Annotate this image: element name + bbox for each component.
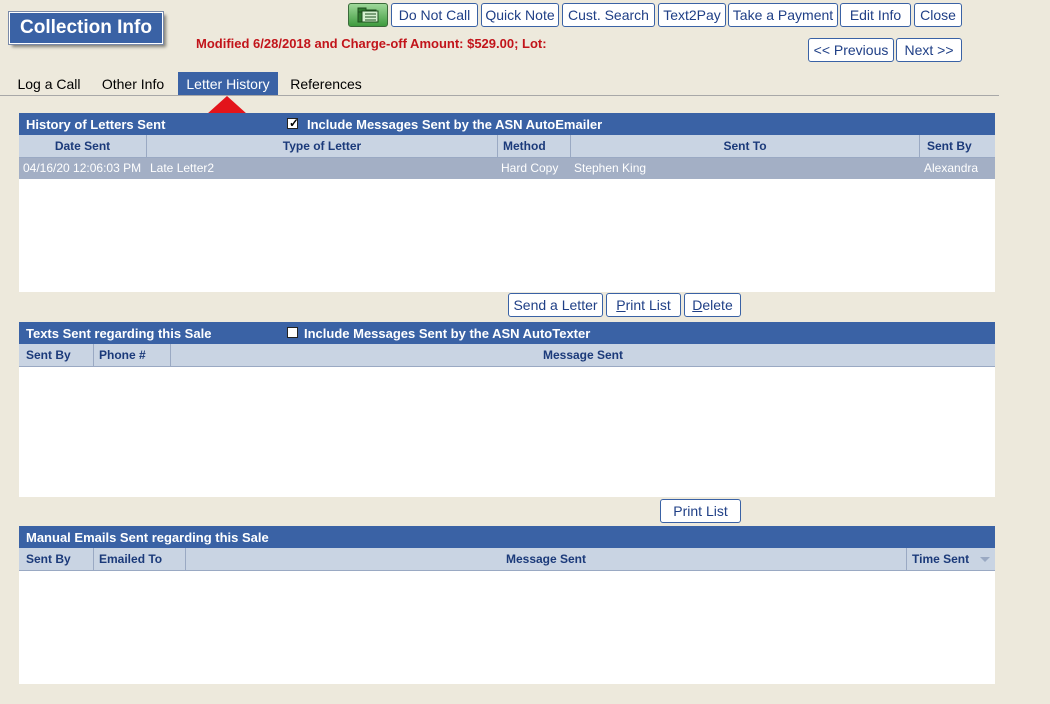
cust-search-button[interactable]: Cust. Search: [562, 3, 655, 27]
autoemailer-checkbox-label: Include Messages Sent by the ASN AutoEma…: [307, 117, 603, 132]
cell-sent-to: Stephen King: [574, 161, 647, 175]
col-date-sent[interactable]: Date Sent: [19, 135, 147, 157]
take-payment-button[interactable]: Take a Payment: [728, 3, 838, 27]
tab-other-info[interactable]: Other Info: [98, 72, 168, 96]
texts-print-list-button[interactable]: Print List: [660, 499, 741, 523]
tab-letter-history[interactable]: Letter History: [178, 72, 278, 96]
col-phone[interactable]: Phone #: [94, 344, 171, 366]
texts-panel: Texts Sent regarding this Sale Include M…: [19, 322, 995, 497]
col-method[interactable]: Method: [498, 135, 571, 157]
texts-panel-title: Texts Sent regarding this Sale: [26, 326, 212, 341]
col-sent-by[interactable]: Sent By: [920, 135, 995, 157]
autotexter-checkbox[interactable]: [287, 327, 298, 338]
letters-panel-header: History of Letters Sent ✓ Include Messag…: [19, 113, 995, 135]
col-emailed-to[interactable]: Emailed To: [94, 548, 186, 570]
cell-method: Hard Copy: [501, 161, 559, 175]
col-message-sent[interactable]: Message Sent: [171, 344, 995, 366]
letters-column-header: Date Sent Type of Letter Method Sent To …: [19, 135, 995, 158]
col-sent-to[interactable]: Sent To: [571, 135, 920, 157]
col-time-sent[interactable]: Time Sent: [907, 548, 995, 570]
tab-log-a-call[interactable]: Log a Call: [16, 72, 82, 96]
do-not-call-button[interactable]: Do Not Call: [391, 3, 478, 27]
texts-column-header: Sent By Phone # Message Sent: [19, 344, 995, 367]
tab-divider: [0, 95, 999, 96]
autoemailer-checkbox[interactable]: ✓: [287, 116, 300, 130]
table-row[interactable]: 04/16/20 12:06:03 PM Late Letter2 Hard C…: [19, 158, 995, 179]
letters-panel: History of Letters Sent ✓ Include Messag…: [19, 113, 995, 292]
letters-panel-title: History of Letters Sent: [26, 117, 166, 132]
sort-down-icon[interactable]: [980, 557, 990, 562]
delete-label: elete: [702, 297, 733, 313]
col-message-sent[interactable]: Message Sent: [186, 548, 907, 570]
send-letter-button[interactable]: Send a Letter: [508, 293, 603, 317]
folder-button[interactable]: [348, 3, 388, 27]
print-list-hotkey: P: [616, 297, 626, 313]
col-type-of-letter[interactable]: Type of Letter: [147, 135, 498, 157]
cell-date-sent: 04/16/20 12:06:03 PM: [23, 161, 142, 175]
close-button[interactable]: Close: [914, 3, 962, 27]
tab-references[interactable]: References: [288, 72, 364, 96]
text2pay-button[interactable]: Text2Pay: [658, 3, 726, 27]
cell-sent-by: Alexandra: [924, 161, 979, 175]
delete-button[interactable]: Delete: [684, 293, 741, 317]
quick-note-button[interactable]: Quick Note: [481, 3, 559, 27]
col-sent-by[interactable]: Sent By: [19, 548, 94, 570]
texts-panel-header: Texts Sent regarding this Sale Include M…: [19, 322, 995, 344]
autotexter-checkbox-label: Include Messages Sent by the ASN AutoTex…: [304, 326, 591, 341]
emails-panel-header: Manual Emails Sent regarding this Sale: [19, 526, 995, 548]
next-button[interactable]: Next >>: [896, 38, 962, 62]
emails-panel: Manual Emails Sent regarding this Sale S…: [19, 526, 995, 684]
emails-panel-title: Manual Emails Sent regarding this Sale: [26, 530, 269, 545]
edit-info-button[interactable]: Edit Info: [840, 3, 911, 27]
modified-info: Modified 6/28/2018 and Charge-off Amount…: [196, 36, 547, 51]
previous-button[interactable]: << Previous: [808, 38, 894, 62]
page-title: Collection Info: [8, 11, 164, 45]
delete-hotkey: D: [692, 297, 703, 313]
check-icon: ✓: [289, 116, 300, 130]
cell-type: Late Letter2: [150, 161, 215, 175]
emails-column-header: Sent By Emailed To Message Sent Time Sen…: [19, 548, 995, 571]
col-sent-by[interactable]: Sent By: [19, 344, 94, 366]
print-list-label: rint List: [625, 297, 671, 313]
col-time-sent-label: Time Sent: [912, 552, 970, 566]
folder-icon: [357, 7, 379, 23]
print-list-button[interactable]: Print List: [606, 293, 681, 317]
